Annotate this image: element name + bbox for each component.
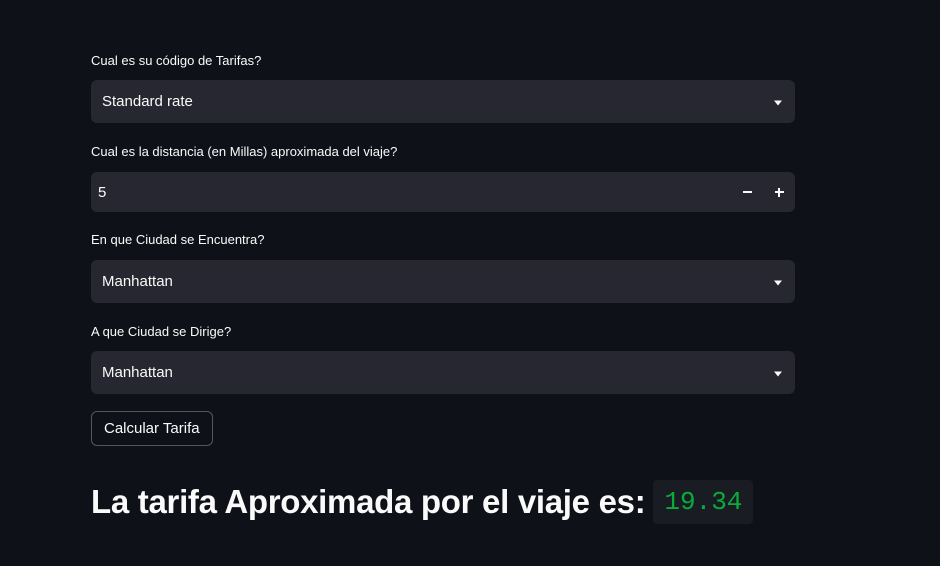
tariff-code-value: Standard rate [102, 93, 193, 110]
origin-city-select[interactable]: Manhattan [91, 260, 795, 303]
distance-input[interactable] [91, 171, 731, 213]
plus-icon [774, 187, 784, 197]
tariff-code-label: Cual es su código de Tarifas? [91, 53, 262, 68]
fare-result-heading: La tarifa Aproximada por el viaje es: [91, 483, 646, 520]
destination-city-select[interactable]: Manhattan [91, 351, 795, 394]
destination-city-value: Manhattan [102, 364, 173, 381]
fare-result: La tarifa Aproximada por el viaje es: 19… [91, 478, 754, 526]
chevron-down-icon [774, 100, 782, 105]
minus-icon [742, 191, 752, 193]
chevron-down-icon [774, 280, 782, 285]
increment-button[interactable] [763, 172, 795, 212]
calculate-fare-button[interactable]: Calcular Tarifa [91, 411, 213, 446]
chevron-down-icon [774, 371, 782, 376]
origin-city-label: En que Ciudad se Encuentra? [91, 232, 265, 247]
fare-calculator-page: Cual es su código de Tarifas? Standard r… [0, 0, 940, 566]
destination-city-label: A que Ciudad se Dirige? [91, 324, 232, 339]
origin-city-value: Manhattan [102, 273, 173, 290]
distance-label: Cual es la distancia (en Millas) aproxim… [91, 144, 398, 159]
tariff-code-select[interactable]: Standard rate [91, 80, 795, 123]
decrement-button[interactable] [731, 172, 763, 212]
distance-number-input [91, 171, 795, 213]
fare-result-value: 19.34 [653, 480, 754, 524]
